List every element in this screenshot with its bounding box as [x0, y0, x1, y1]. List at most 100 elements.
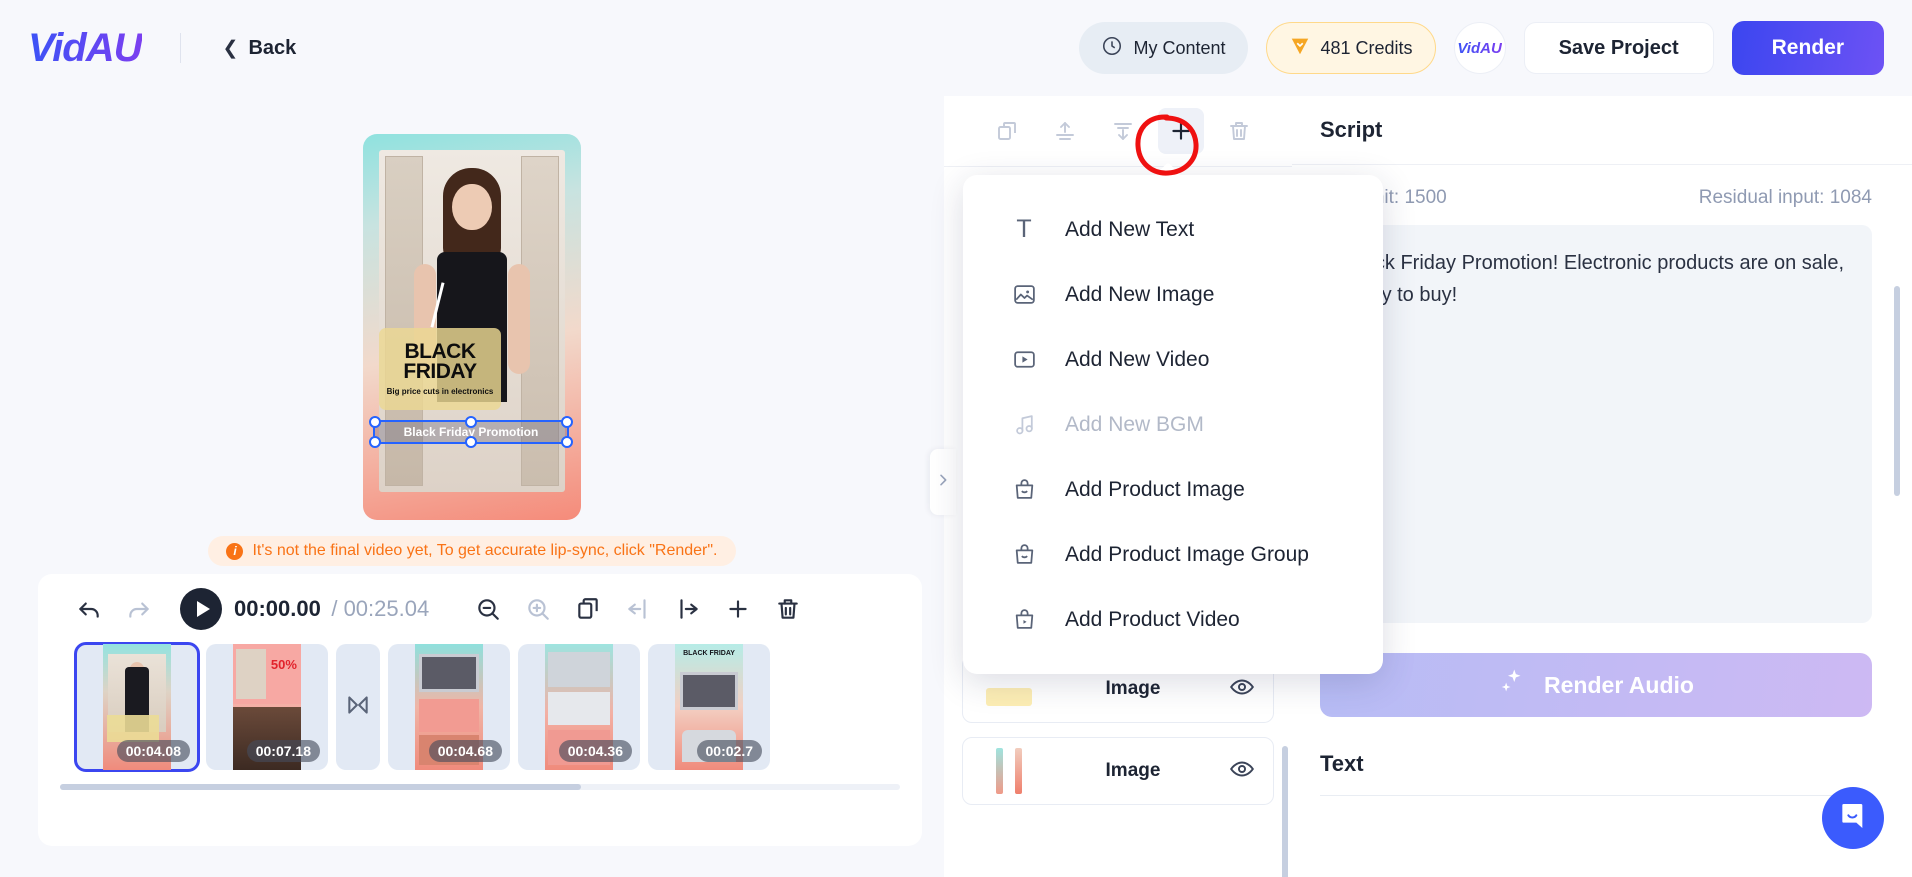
add-icon[interactable] — [713, 584, 763, 634]
timeline-clip[interactable]: 50% 00:07.18 — [206, 644, 328, 770]
menu-item-add-new-text[interactable]: T Add New Text — [963, 197, 1383, 262]
script-input[interactable]: Black Friday Promotion! Electronic produ… — [1320, 225, 1872, 623]
lipsync-warning-text: It's not the final video yet, To get acc… — [252, 542, 718, 559]
timeline-panel: 00:00.00 / 00:25.04 00:04.08 50% 00:07.1… — [38, 574, 922, 846]
text-icon: T — [1016, 215, 1032, 243]
split-left-icon[interactable] — [613, 584, 663, 634]
resize-handle-top-center[interactable] — [465, 416, 477, 428]
chevron-left-icon: ❮ — [222, 37, 239, 59]
timeline-scrollbar[interactable] — [60, 784, 900, 790]
script-scrollbar[interactable] — [1894, 286, 1900, 496]
my-content-button[interactable]: My Content — [1079, 22, 1248, 74]
script-meta-row: Text limit: 1500 Residual input: 1084 — [1292, 165, 1912, 225]
music-icon — [1011, 412, 1037, 438]
total-time-group: / 00:25.04 — [331, 596, 429, 621]
list-item[interactable]: Image — [962, 737, 1274, 805]
menu-item-add-product-video[interactable]: Add Product Video — [963, 587, 1383, 652]
save-project-button[interactable]: Save Project — [1523, 22, 1714, 74]
bag-icon — [1011, 542, 1037, 568]
eye-icon[interactable] — [1229, 756, 1255, 787]
sparkle-icon — [1498, 667, 1528, 703]
current-time: 00:00.00 — [234, 596, 321, 621]
resize-handle-top-left[interactable] — [369, 416, 381, 428]
menu-item-add-new-video[interactable]: Add New Video — [963, 327, 1383, 392]
resize-handle-bottom-center[interactable] — [465, 436, 477, 448]
menu-item-add-product-image-group[interactable]: Add Product Image Group — [963, 522, 1383, 587]
eye-icon[interactable] — [1229, 674, 1255, 705]
bring-to-front-icon[interactable] — [1042, 108, 1088, 154]
bag-icon — [1011, 477, 1037, 503]
menu-item-label: Add New BGM — [1065, 412, 1204, 436]
resize-handle-bottom-right[interactable] — [561, 436, 573, 448]
timeline-clip[interactable]: BLACK FRIDAY 00:02.7 — [648, 644, 770, 770]
menu-item-add-new-image[interactable]: Add New Image — [963, 262, 1383, 327]
text-section-divider — [1320, 795, 1872, 796]
page-title: Script — [1320, 117, 1383, 142]
render-audio-button[interactable]: Render Audio — [1320, 653, 1872, 717]
clip-duration: 00:04.68 — [428, 740, 502, 762]
undo-icon[interactable] — [64, 584, 114, 634]
bag-video-icon — [1011, 607, 1037, 633]
timeline-clip[interactable]: 00:04.68 — [388, 644, 510, 770]
layers-toolbar — [944, 96, 1292, 166]
resize-handle-bottom-left[interactable] — [369, 436, 381, 448]
timeline-clip[interactable]: 00:04.08 — [74, 642, 200, 772]
video-icon — [1011, 347, 1037, 373]
menu-item-label: Add New Video — [1065, 347, 1210, 371]
delete-icon[interactable] — [763, 584, 813, 634]
header-divider — [179, 33, 181, 63]
lipsync-warning-banner: i It's not the final video yet, To get a… — [208, 536, 736, 566]
add-element-dropdown: T Add New Text Add New Image Add New Vid… — [963, 162, 1383, 674]
back-button[interactable]: ❮ Back — [223, 37, 297, 60]
play-button[interactable] — [180, 588, 222, 630]
menu-item-add-product-image[interactable]: Add Product Image — [963, 457, 1383, 522]
avatar[interactable]: VidAU — [1453, 22, 1506, 74]
editor-app: VidAU ❮ Back My Content 481 Credits VidA… — [0, 0, 1912, 877]
duplicate-layer-icon[interactable] — [984, 108, 1030, 154]
send-to-back-icon[interactable] — [1100, 108, 1146, 154]
my-content-label: My Content — [1133, 37, 1226, 58]
overlay-subtitle: Big price cuts in electronics — [386, 387, 494, 397]
timeline-scrollbar-thumb[interactable] — [60, 784, 581, 790]
image-icon — [1011, 282, 1037, 308]
clip-duration: 00:02.7 — [696, 740, 762, 762]
script-panel: Script Text limit: 1500 Residual input: … — [1292, 96, 1912, 877]
menu-item-label: Add New Image — [1065, 282, 1215, 306]
add-element-icon[interactable] — [1158, 108, 1204, 154]
transition-icon — [345, 692, 371, 723]
redo-icon[interactable] — [114, 584, 164, 634]
transition-button[interactable] — [336, 644, 380, 770]
panel-collapse-toggle[interactable] — [930, 449, 956, 515]
zoom-in-icon[interactable] — [513, 584, 563, 634]
residual-input-label: Residual input: 1084 — [1698, 187, 1872, 208]
clip-duration: 00:04.36 — [558, 740, 632, 762]
back-label: Back — [248, 36, 297, 59]
layers-scrollbar[interactable] — [1282, 746, 1288, 877]
credits-button[interactable]: 481 Credits — [1265, 22, 1436, 74]
render-label: Render — [1771, 36, 1844, 59]
video-canvas[interactable]: BLACK FRIDAY Big price cuts in electroni… — [363, 134, 581, 520]
chat-support-button[interactable] — [1822, 787, 1884, 849]
delete-layer-icon[interactable] — [1216, 108, 1262, 154]
play-icon — [196, 601, 210, 617]
script-panel-header: Script — [1292, 96, 1912, 164]
vidau-logo[interactable]: VidAU — [28, 26, 143, 71]
credits-label: 481 Credits — [1320, 37, 1413, 58]
overlay-title-line2: FRIDAY — [403, 360, 477, 383]
split-right-icon[interactable] — [663, 584, 713, 634]
timeline-clip[interactable]: 00:04.36 — [518, 644, 640, 770]
zoom-out-icon[interactable] — [463, 584, 513, 634]
app-header: VidAU ❮ Back My Content 481 Credits VidA… — [0, 0, 1912, 96]
layer-name: Image — [1105, 760, 1161, 781]
selected-text-element[interactable]: Black Friday Promotion — [369, 416, 573, 448]
overlay-title-line1: BLACK — [404, 339, 477, 363]
menu-item-label: Add New Text — [1065, 217, 1195, 241]
layer-name: Image — [1105, 678, 1161, 699]
render-button[interactable]: Render — [1731, 21, 1884, 75]
layers-toolbar-divider — [944, 166, 1292, 167]
duplicate-icon[interactable] — [563, 584, 613, 634]
menu-item-label: Add Product Image Group — [1065, 542, 1309, 566]
resize-handle-top-right[interactable] — [561, 416, 573, 428]
render-audio-label: Render Audio — [1544, 671, 1694, 698]
preview-overlay-title-card[interactable]: BLACK FRIDAY Big price cuts in electroni… — [379, 328, 501, 410]
